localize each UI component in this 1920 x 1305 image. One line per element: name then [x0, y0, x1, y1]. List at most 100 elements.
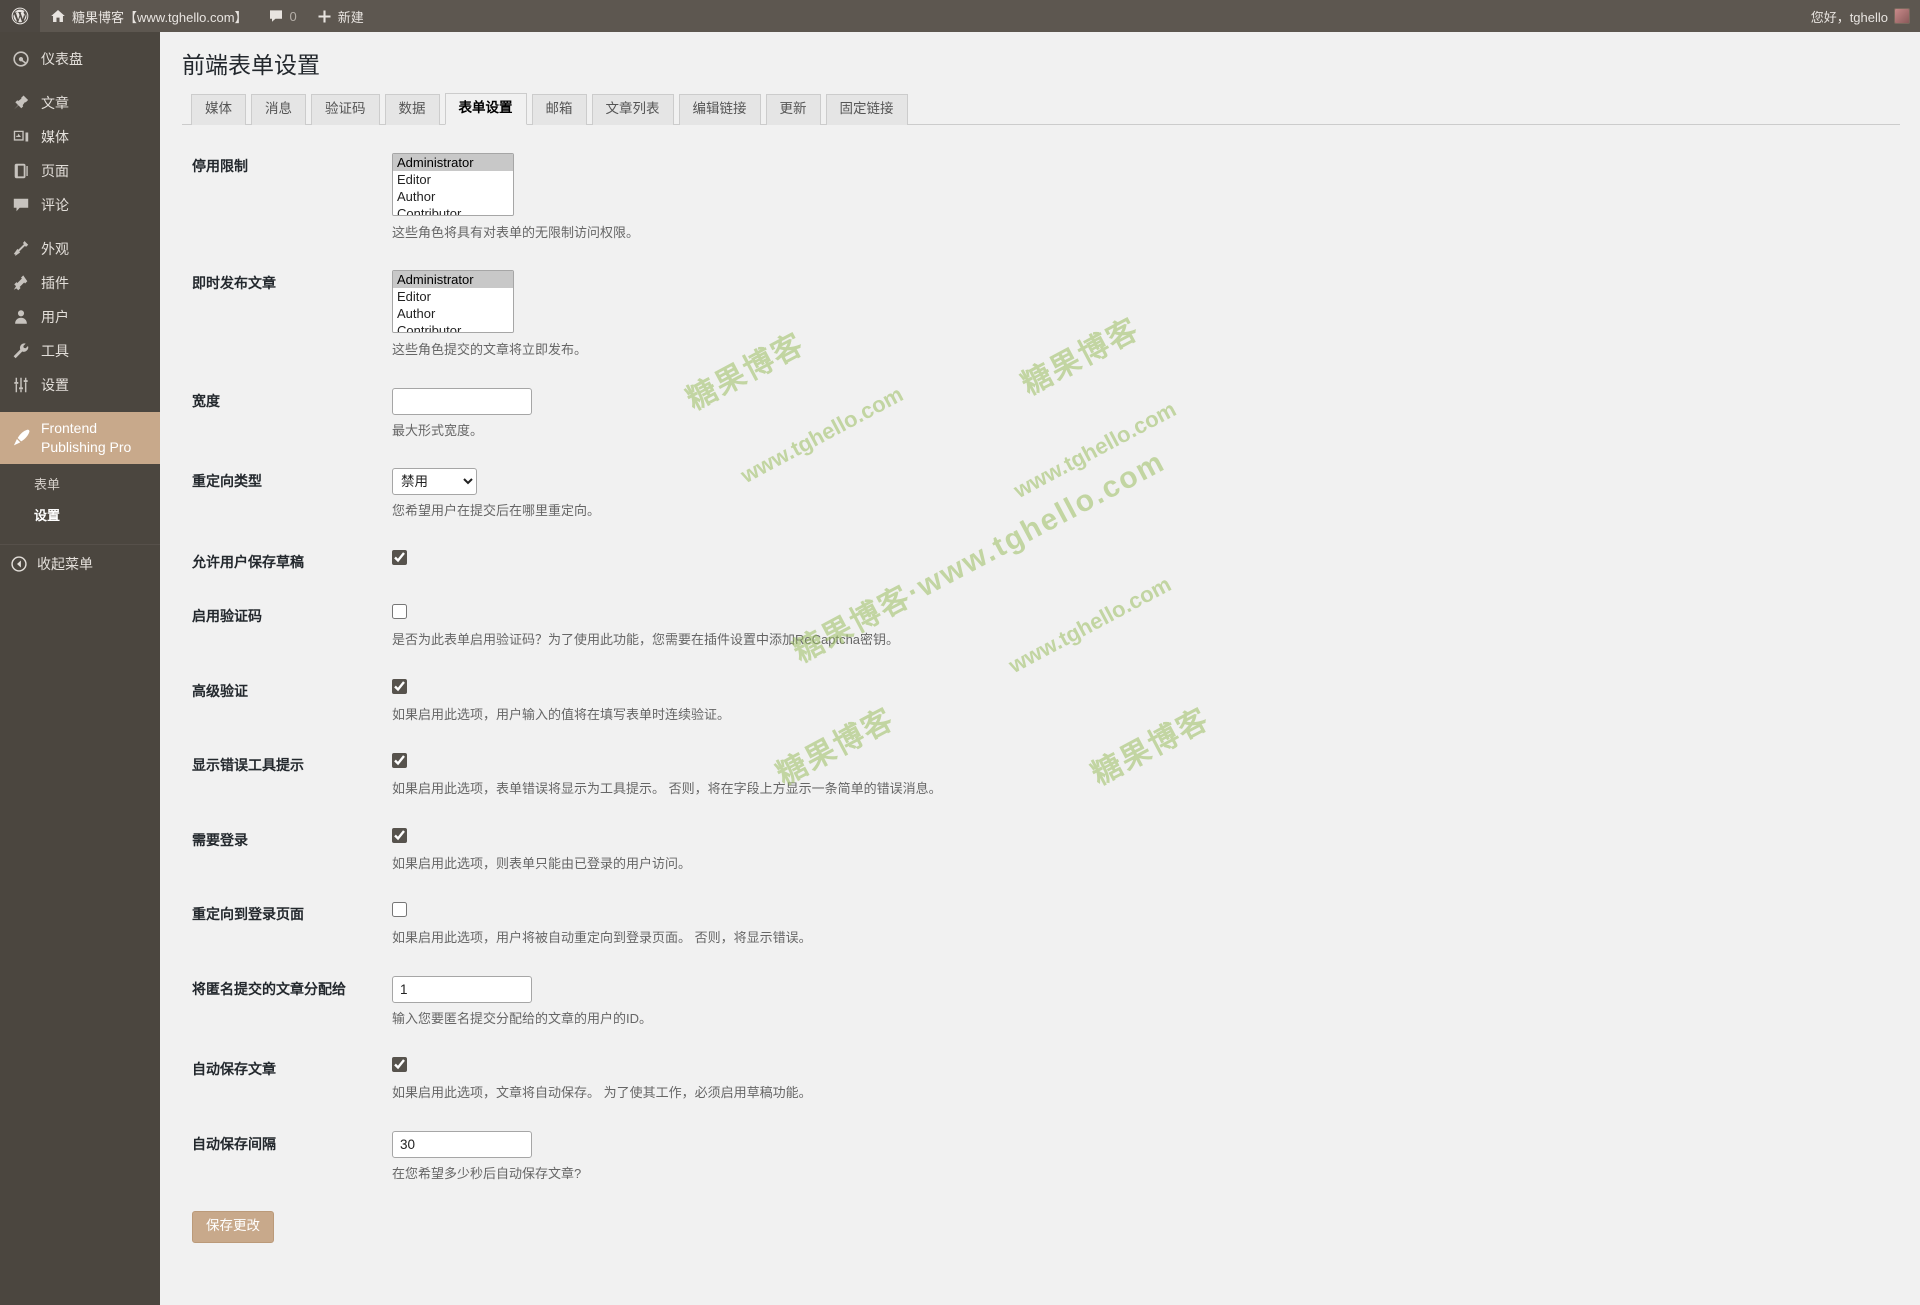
collapse-arrow-icon	[10, 555, 28, 573]
sidebar-item-users[interactable]: 用户	[0, 300, 160, 334]
sidebar-item-label: 媒体	[41, 128, 69, 145]
role-option[interactable]: Editor	[393, 171, 513, 188]
comment-icon	[10, 195, 32, 215]
sidebar-divider-1	[0, 76, 160, 86]
field-control-redirect-login: 如果启用此选项，用户将被自动重定向到登录页面。 否则，将显示错误。	[382, 887, 1900, 962]
tab-data[interactable]: 数据	[384, 94, 440, 125]
site-name-button[interactable]: 糖果博客【www.tghello.com】	[40, 0, 258, 32]
field-desc-disable-restrictions: 这些角色将具有对表单的无限制访问权限。	[392, 224, 640, 240]
admin-bar: 糖果博客【www.tghello.com】 0 新建 您好，tghello	[0, 0, 1920, 32]
role-option[interactable]: Contributor	[393, 322, 513, 333]
field-row-disable-restrictions: 停用限制 Administrator Editor Author Contrib…	[182, 139, 1900, 257]
avatar	[1894, 8, 1910, 24]
field-control-enable-captcha: 是否为此表单启用验证码？为了使用此功能，您需要在插件设置中添加ReCaptcha…	[382, 589, 1900, 664]
tab-edit-links[interactable]: 编辑链接	[678, 94, 761, 125]
field-control-autosave-interval: 在您希望多少秒后自动保存文章?	[382, 1117, 1900, 1198]
wordpress-logo-button[interactable]	[0, 0, 40, 32]
disable-restrictions-role-select[interactable]: Administrator Editor Author Contributor	[392, 152, 514, 216]
media-icon	[10, 127, 32, 147]
field-desc-error-tooltip: 如果启用此选项，表单错误将显示为工具提示。 否则，将在字段上方显示一条简单的错误…	[392, 781, 942, 797]
anonymous-author-input[interactable]	[392, 975, 532, 1003]
tab-updates[interactable]: 更新	[765, 94, 821, 125]
admin-sidebar: 仪表盘 文章 媒体 页面 评论 外观 插件 用户 工具 设置 Frontend …	[0, 32, 160, 1305]
sidebar-item-plugins[interactable]: 插件	[0, 266, 160, 300]
site-name-label: 糖果博客【www.tghello.com】	[72, 9, 248, 25]
field-label-width: 宽度	[192, 392, 220, 409]
comments-button[interactable]: 0	[258, 0, 307, 32]
field-control-allow-draft	[382, 535, 1900, 589]
allow-draft-checkbox[interactable]	[392, 549, 407, 565]
field-desc-width: 最大形式宽度。	[392, 422, 484, 438]
role-option[interactable]: Administrator	[393, 154, 513, 171]
field-control-autosave-posts: 如果启用此选项，文章将自动保存。 为了使其工作，必须启用草稿功能。	[382, 1042, 1900, 1117]
sidebar-item-label: 设置	[41, 376, 69, 393]
tab-permalinks[interactable]: 固定链接	[825, 94, 908, 125]
sidebar-item-settings[interactable]: 设置	[0, 368, 160, 402]
sidebar-item-comments[interactable]: 评论	[0, 188, 160, 222]
tab-post-list[interactable]: 文章列表	[591, 94, 674, 125]
field-control-error-tooltip: 如果启用此选项，表单错误将显示为工具提示。 否则，将在字段上方显示一条简单的错误…	[382, 738, 1900, 813]
plugin-icon	[10, 273, 32, 293]
comment-count: 0	[289, 8, 297, 24]
sidebar-subitem-forms[interactable]: 表单	[0, 468, 160, 499]
my-account-button[interactable]: 您好，tghello	[1801, 0, 1920, 32]
sidebar-item-media[interactable]: 媒体	[0, 120, 160, 154]
field-label-require-login: 需要登录	[192, 831, 248, 848]
autosave-interval-input[interactable]	[392, 1130, 532, 1158]
width-input[interactable]	[392, 387, 532, 415]
sidebar-item-posts[interactable]: 文章	[0, 86, 160, 120]
field-label-anonymous-author: 将匿名提交的文章分配给	[192, 980, 346, 997]
sidebar-item-appearance[interactable]: 外观	[0, 232, 160, 266]
field-label-error-tooltip: 显示错误工具提示	[192, 757, 304, 774]
field-desc-instant-publish: 这些角色提交的文章将立即发布。	[392, 342, 588, 358]
collapse-menu-button[interactable]: 收起菜单	[0, 543, 160, 583]
sidebar-item-tools[interactable]: 工具	[0, 334, 160, 368]
field-label-advanced-validation: 高级验证	[192, 682, 248, 699]
sidebar-item-label: Frontend Publishing Pro	[41, 420, 132, 455]
instant-publish-role-select[interactable]: Administrator Editor Author Contributor	[392, 270, 514, 334]
autosave-posts-checkbox[interactable]	[392, 1057, 407, 1073]
redirect-login-checkbox[interactable]	[392, 902, 407, 918]
field-control-width: 最大形式宽度。	[382, 374, 1900, 455]
require-login-checkbox[interactable]	[392, 827, 407, 843]
new-content-button[interactable]: 新建	[307, 0, 374, 32]
role-option[interactable]: Editor	[393, 288, 513, 305]
save-changes-button[interactable]: 保存更改	[192, 1211, 274, 1243]
sidebar-item-pages[interactable]: 页面	[0, 154, 160, 188]
sidebar-item-dashboard[interactable]: 仪表盘	[0, 42, 160, 76]
field-desc-enable-captcha: 是否为此表单启用验证码？为了使用此功能，您需要在插件设置中添加ReCaptcha…	[392, 632, 900, 648]
tab-messages[interactable]: 消息	[251, 94, 306, 125]
tab-media[interactable]: 媒体	[191, 94, 246, 125]
pin-icon	[10, 93, 32, 113]
sidebar-subitem-settings[interactable]: 设置	[0, 499, 160, 530]
role-option[interactable]: Administrator	[393, 271, 513, 288]
comment-bubble-icon	[268, 8, 284, 24]
sidebar-item-label: 工具	[41, 342, 69, 359]
settings-icon	[10, 375, 32, 395]
sidebar-item-frontend-publishing-pro[interactable]: Frontend Publishing Pro	[0, 412, 160, 464]
field-label-disable-restrictions: 停用限制	[192, 157, 248, 174]
sidebar-item-label: 插件	[41, 274, 69, 291]
settings-tab-bar: 媒体 消息 验证码 数据 表单设置 邮箱 文章列表 编辑链接 更新 固定链接	[182, 93, 1900, 125]
field-control-redirect-type: 禁用 您希望用户在提交后在哪里重定向。	[382, 454, 1900, 535]
role-option[interactable]: Contributor	[393, 205, 513, 216]
collapse-menu-label: 收起菜单	[37, 555, 93, 572]
role-option[interactable]: Author	[393, 305, 513, 322]
settings-wrap: 前端表单设置 媒体 消息 验证码 数据 表单设置 邮箱 文章列表 编辑链接 更新…	[160, 32, 1920, 1263]
tab-email[interactable]: 邮箱	[531, 94, 587, 125]
tab-captcha[interactable]: 验证码	[311, 94, 380, 125]
role-option[interactable]: Author	[393, 188, 513, 205]
tab-form-settings[interactable]: 表单设置	[444, 93, 527, 125]
field-row-allow-draft: 允许用户保存草稿	[182, 535, 1900, 589]
advanced-validation-checkbox[interactable]	[392, 678, 407, 694]
tools-icon	[10, 341, 32, 361]
enable-captcha-checkbox[interactable]	[392, 604, 407, 620]
redirect-type-select[interactable]: 禁用	[392, 468, 477, 496]
sidebar-item-label: 文章	[41, 94, 69, 111]
field-control-disable-restrictions: Administrator Editor Author Contributor …	[382, 139, 1900, 257]
field-desc-redirect-login: 如果启用此选项，用户将被自动重定向到登录页面。 否则，将显示错误。	[392, 930, 812, 946]
sidebar-item-label: 外观	[41, 240, 69, 257]
error-tooltip-checkbox[interactable]	[392, 753, 407, 769]
sidebar-item-label: 用户	[41, 308, 69, 325]
form-settings-table: 停用限制 Administrator Editor Author Contrib…	[182, 139, 1900, 1197]
